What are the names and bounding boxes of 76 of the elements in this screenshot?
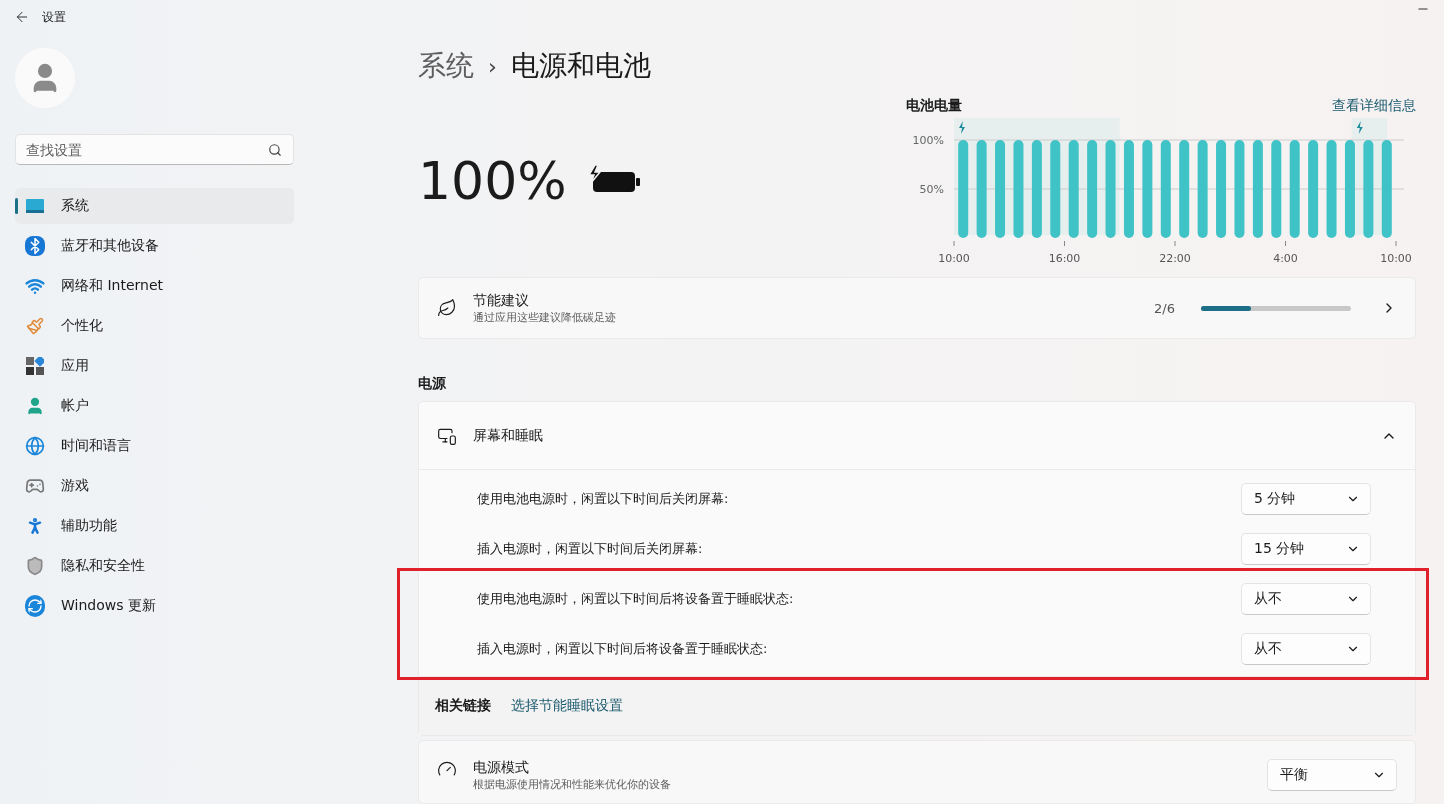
back-button[interactable] (14, 9, 30, 25)
sidebar-item[interactable]: 系统 (15, 188, 294, 224)
sidebar-item[interactable]: 游戏 (15, 468, 294, 504)
related-links-label: 相关链接 (435, 697, 491, 716)
battery-percentage: 100% (418, 151, 567, 211)
update-icon (25, 595, 45, 617)
sidebar-item-label: 时间和语言 (61, 437, 131, 455)
sidebar-item-label: 蓝牙和其他设备 (61, 237, 159, 255)
sidebar-item-label: 网络和 Internet (61, 277, 164, 295)
sidebar-item-label: 系统 (61, 197, 89, 215)
monitor-icon (25, 198, 45, 214)
breadcrumb-link[interactable]: 系统 (418, 47, 474, 85)
tick-mark (953, 240, 955, 247)
recommendations-card[interactable]: 节能建议 通过应用这些建议降低碳足迹 2/6 (418, 277, 1416, 340)
setting-label: 插入电源时，闲置以下时间后将设备置于睡眠状态: (477, 640, 769, 659)
sidebar-item[interactable]: 帐户 (15, 388, 294, 424)
wifi-icon (25, 276, 45, 296)
sidebar-item[interactable]: 辅助功能 (15, 508, 294, 544)
setting-label: 插入电源时，闲置以下时间后关闭屏幕: (477, 540, 704, 559)
axis-label: 50% (919, 183, 944, 196)
search-field[interactable]: 查找设置 (15, 134, 294, 165)
sidebar-item[interactable]: Windows 更新 (15, 588, 294, 624)
setting-label: 使用电池电源时，闲置以下时间后关闭屏幕: (477, 490, 730, 509)
search-icon (268, 143, 282, 157)
sidebar-item-label: 游戏 (61, 477, 89, 495)
sidebar-item[interactable]: 时间和语言 (15, 428, 294, 464)
lightning-icon (1356, 121, 1363, 134)
tick-mark (1174, 240, 1176, 247)
shield-icon (25, 556, 45, 576)
dropdown[interactable]: 从不 (1241, 633, 1371, 666)
card-title: 节能建议 (473, 291, 530, 310)
sidebar-item[interactable]: 隐私和安全性 (15, 548, 294, 584)
sleep-settings-link[interactable]: 选择节能睡眠设置 (511, 697, 623, 716)
sidebar-item[interactable]: 蓝牙和其他设备 (15, 228, 294, 264)
chart-title: 电池电量 (906, 97, 962, 115)
axis-label: 10:00 (1380, 252, 1412, 265)
dropdown[interactable]: 15 分钟 (1241, 533, 1371, 566)
sidebar-item-label: 个性化 (61, 317, 103, 335)
leaf-icon (437, 298, 457, 319)
bluetooth-icon (25, 236, 45, 256)
axis-label: 16:00 (1048, 252, 1081, 265)
breadcrumb-separator: › (488, 53, 497, 79)
sidebar-item[interactable]: 个性化 (15, 308, 294, 344)
axis-label: 4:00 (1273, 252, 1298, 265)
card-subtitle: 通过应用这些建议降低碳足迹 (473, 309, 617, 325)
sidebar-item[interactable]: 应用 (15, 348, 294, 384)
tick-mark (1285, 240, 1286, 247)
tick-mark (1395, 240, 1397, 247)
sidebar-item-label: 辅助功能 (61, 517, 117, 535)
page-title: 电源和电池 (510, 48, 651, 84)
sidebar-item-label: 应用 (61, 357, 89, 375)
section-heading: 电源 (418, 375, 447, 394)
sidebar-item-label: 帐户 (61, 397, 89, 415)
sidebar-item-label: 隐私和安全性 (61, 557, 145, 575)
brush-icon (26, 317, 44, 335)
expander-title: 屏幕和睡眠 (473, 426, 544, 445)
lightning-icon (959, 121, 965, 134)
tick-mark (1064, 240, 1065, 247)
person-icon (25, 396, 45, 416)
card-title: 电源模式 (473, 759, 530, 778)
sidebar-item[interactable]: 网络和 Internet (15, 268, 294, 304)
dropdown[interactable]: 平衡 (1267, 759, 1397, 792)
sidebar-item-label: Windows 更新 (61, 597, 156, 615)
dropdown[interactable]: 5 分钟 (1241, 483, 1371, 516)
axis-label: 10:00 (938, 252, 970, 265)
expander-header[interactable]: 屏幕和睡眠 (419, 402, 1415, 471)
setting-label: 使用电池电源时，闲置以下时间后将设备置于睡眠状态: (477, 590, 795, 609)
dropdown[interactable]: 从不 (1241, 583, 1371, 616)
window-title: 设置 (42, 8, 66, 26)
progress-count: 2/6 (1154, 300, 1175, 316)
card-subtitle: 根据电源使用情况和性能来优化你的设备 (473, 777, 672, 793)
axis-label: 100% (912, 134, 944, 147)
gamepad-icon (25, 476, 45, 496)
axis-label: 22:00 (1159, 252, 1191, 265)
details-link[interactable]: 查看详细信息 (1332, 97, 1416, 115)
apps-icon (26, 357, 44, 375)
